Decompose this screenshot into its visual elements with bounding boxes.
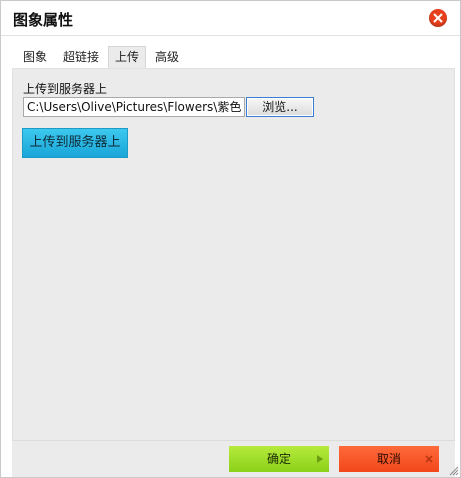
tab-bar: 图象 超链接 上传 高级 (16, 46, 188, 68)
triangle-right-icon (317, 455, 323, 463)
image-properties-dialog: 图象属性 图象 超链接 上传 高级 上传到服务器上 C:\Users\Olive… (0, 0, 461, 478)
dialog-titlebar[interactable]: 图象属性 (1, 1, 460, 36)
file-path-input[interactable]: C:\Users\Olive\Pictures\Flowers\紫色 (23, 97, 245, 117)
small-x-icon (425, 455, 433, 463)
close-icon (433, 13, 443, 23)
dialog-footer: 确定 取消 (12, 440, 455, 477)
close-button[interactable] (429, 9, 447, 27)
tab-image[interactable]: 图象 (16, 46, 55, 68)
cancel-button-label: 取消 (376, 452, 401, 466)
upload-label: 上传到服务器上 (23, 82, 108, 96)
tab-hyperlink[interactable]: 超链接 (56, 46, 107, 68)
cancel-button[interactable]: 取消 (339, 446, 439, 472)
ok-button[interactable]: 确定 (229, 446, 329, 472)
tab-advanced[interactable]: 高级 (148, 46, 187, 68)
upload-to-server-button[interactable]: 上传到服务器上 (22, 128, 128, 158)
tab-upload[interactable]: 上传 (108, 46, 147, 68)
upload-panel: 上传到服务器上 C:\Users\Olive\Pictures\Flowers\… (12, 68, 455, 441)
dialog-title: 图象属性 (13, 11, 74, 29)
resize-grip-icon[interactable] (447, 464, 459, 476)
browse-button[interactable]: 浏览... (246, 97, 314, 117)
ok-button-label: 确定 (266, 452, 291, 466)
